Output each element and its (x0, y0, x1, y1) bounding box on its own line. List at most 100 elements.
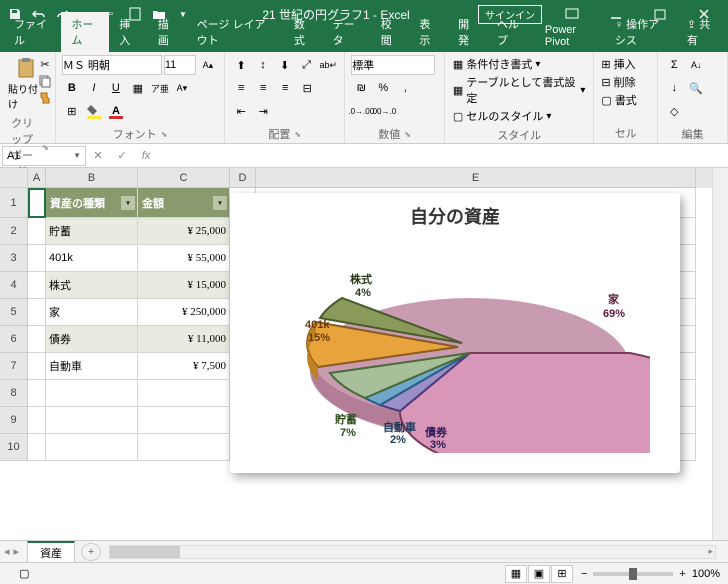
dialog-launcher-icon[interactable]: ⬊ (161, 130, 168, 139)
tab-file[interactable]: ファイル (4, 12, 61, 52)
cell[interactable] (28, 188, 46, 218)
tab-data[interactable]: データ (323, 12, 371, 52)
cell[interactable] (28, 434, 46, 461)
cell[interactable] (28, 299, 46, 326)
inc-decimal-icon[interactable]: .0→.00 (351, 101, 371, 121)
font-name-input[interactable] (62, 55, 162, 75)
merge-icon[interactable]: ⊟ (297, 78, 317, 98)
row-header[interactable]: 2 (0, 218, 28, 245)
row-header[interactable]: 9 (0, 407, 28, 434)
cell[interactable] (28, 353, 46, 380)
align-top-icon[interactable]: ⬆ (231, 55, 251, 75)
bold-icon[interactable]: B (62, 78, 82, 98)
cell[interactable] (138, 407, 230, 434)
cell[interactable]: 株式 (46, 272, 138, 299)
cancel-formula-icon[interactable]: ✕ (86, 146, 110, 166)
dialog-launcher-icon[interactable]: ⬊ (42, 143, 49, 152)
copy-icon[interactable] (36, 73, 54, 89)
row-header[interactable]: 10 (0, 434, 28, 461)
cell[interactable]: ¥ 7,500 (138, 353, 230, 380)
vertical-scrollbar[interactable] (712, 168, 728, 540)
cell[interactable]: 貯蓄 (46, 218, 138, 245)
italic-icon[interactable]: I (84, 78, 104, 98)
align-left-icon[interactable]: ≡ (231, 78, 251, 98)
cell[interactable] (46, 434, 138, 461)
sheet-prev-icon[interactable]: ◂ (4, 545, 10, 558)
tab-insert[interactable]: 挿入 (109, 12, 148, 52)
find-icon[interactable]: 🔍 (686, 78, 706, 98)
font-size-input[interactable] (164, 55, 196, 75)
conditional-format-button[interactable]: ▦条件付き書式 ▾ (451, 55, 587, 73)
cell[interactable]: 自動車 (46, 353, 138, 380)
page-layout-view-icon[interactable]: ▣ (528, 565, 550, 583)
cell[interactable]: ¥ 11,000 (138, 326, 230, 353)
sort-icon[interactable]: A↓ (686, 55, 706, 75)
enter-formula-icon[interactable]: ✓ (110, 146, 134, 166)
cell[interactable]: ¥ 55,000 (138, 245, 230, 272)
insert-cells-button[interactable]: ⊞挿入 (600, 55, 651, 73)
cell[interactable] (28, 407, 46, 434)
horizontal-scrollbar[interactable]: ◂▸ (109, 545, 716, 559)
share-button[interactable]: ⇪ 共有 (677, 12, 724, 52)
cell[interactable] (138, 434, 230, 461)
align-right-icon[interactable]: ≡ (275, 78, 295, 98)
orientation-icon[interactable]: ⤢ (297, 55, 317, 75)
row-header[interactable]: 7 (0, 353, 28, 380)
fx-icon[interactable]: fx (134, 146, 158, 166)
align-center-icon[interactable]: ≡ (253, 78, 273, 98)
underline-icon[interactable]: U (106, 78, 126, 98)
indent-inc-icon[interactable]: ⇥ (253, 101, 273, 121)
cell[interactable]: 401k (46, 245, 138, 272)
tellme[interactable]: ♀ 操作アシス (605, 12, 677, 52)
percent-icon[interactable]: % (373, 78, 393, 98)
sheet-tab[interactable]: 資産 (27, 541, 75, 563)
add-sheet-button[interactable]: + (81, 543, 101, 561)
shrink-font-icon[interactable]: A▾ (172, 78, 192, 98)
sheet-next-icon[interactable]: ▸ (14, 545, 20, 558)
cell[interactable]: ¥ 25,000 (138, 218, 230, 245)
cell[interactable]: 債券 (46, 326, 138, 353)
row-header[interactable]: 4 (0, 272, 28, 299)
cut-icon[interactable]: ✂ (36, 56, 54, 72)
cell[interactable] (28, 326, 46, 353)
dialog-launcher-icon[interactable]: ⬊ (404, 130, 411, 139)
tab-review[interactable]: 校閲 (371, 12, 410, 52)
format-as-table-button[interactable]: ▦テーブルとして書式設定 ▾ (451, 73, 587, 107)
tab-draw[interactable]: 描画 (148, 12, 187, 52)
formula-input[interactable] (158, 146, 728, 166)
format-cells-button[interactable]: ▢書式 (600, 91, 651, 109)
row-header[interactable]: 8 (0, 380, 28, 407)
border-icon[interactable]: ⊞ (62, 101, 82, 121)
cell-styles-button[interactable]: ▢セルのスタイル ▾ (451, 107, 587, 125)
comma-icon[interactable]: , (395, 78, 415, 98)
cell[interactable]: ¥ 15,000 (138, 272, 230, 299)
row-header[interactable]: 6 (0, 326, 28, 353)
cell[interactable]: 金額▾ (138, 188, 230, 218)
ruby-icon[interactable]: ア亜 (150, 78, 170, 98)
col-header[interactable]: A (28, 168, 46, 188)
cell[interactable]: ¥ 250,000 (138, 299, 230, 326)
cell[interactable] (28, 245, 46, 272)
zoom-in-icon[interactable]: + (679, 568, 685, 580)
wrap-text-icon[interactable]: ab↵ (318, 55, 338, 75)
tab-help[interactable]: ヘルプ (487, 12, 535, 52)
number-format-input[interactable] (351, 55, 435, 75)
font-color-icon[interactable]: A (106, 101, 126, 121)
filter-icon[interactable]: ▾ (121, 196, 135, 210)
row-header[interactable]: 3 (0, 245, 28, 272)
page-break-view-icon[interactable]: ⊞ (551, 565, 573, 583)
align-middle-icon[interactable]: ↕ (253, 55, 273, 75)
grow-font-icon[interactable]: A▴ (198, 55, 218, 75)
fill-icon[interactable]: ↓ (664, 78, 684, 98)
col-header[interactable]: C (138, 168, 230, 188)
normal-view-icon[interactable]: ▦ (505, 565, 527, 583)
record-macro-icon[interactable]: ▢ (19, 567, 29, 580)
zoom-level[interactable]: 100% (692, 568, 720, 580)
delete-cells-button[interactable]: ⊟削除 (600, 73, 651, 91)
cell[interactable] (28, 218, 46, 245)
tab-layout[interactable]: ページ レイアウト (187, 12, 284, 52)
cell[interactable] (28, 272, 46, 299)
dec-decimal-icon[interactable]: .00→.0 (373, 101, 393, 121)
zoom-out-icon[interactable]: − (581, 568, 587, 580)
fill-color-icon[interactable] (84, 101, 104, 121)
